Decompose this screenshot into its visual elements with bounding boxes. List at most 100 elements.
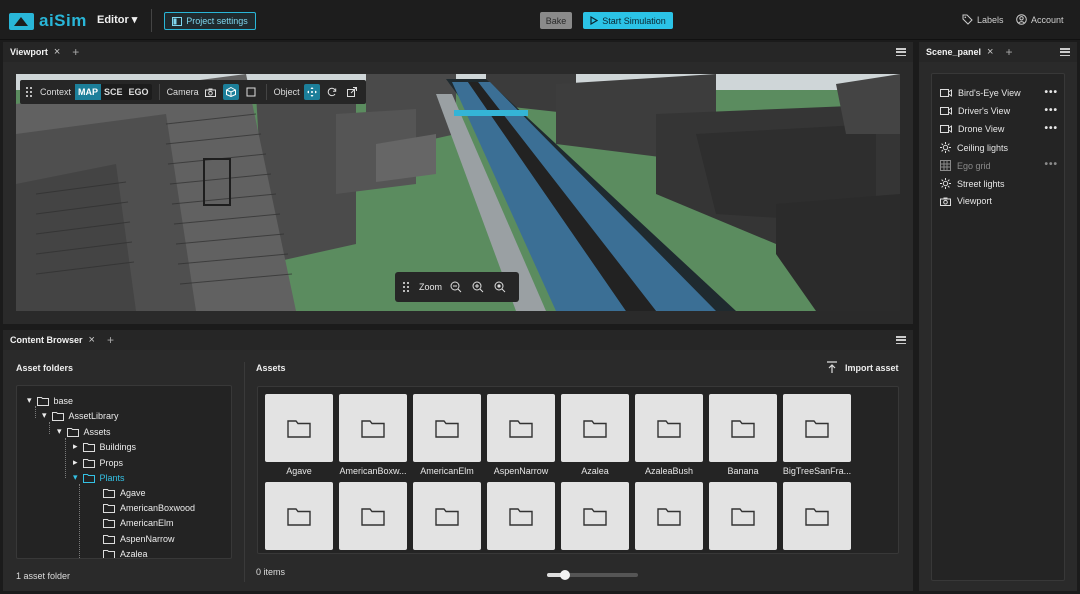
more-options-icon[interactable]: ••• — [1044, 123, 1058, 134]
menu-icon[interactable] — [896, 48, 906, 57]
folder-icon — [103, 549, 115, 558]
folder-icon — [435, 507, 459, 526]
caret-down-icon: ▾ — [57, 426, 62, 436]
folder-icon — [361, 419, 385, 438]
screenshot-camera-icon[interactable] — [203, 84, 219, 100]
tree-node-azalea[interactable]: Azalea — [103, 549, 148, 558]
asset-tile[interactable] — [339, 482, 407, 550]
project-settings-button[interactable]: Project settings — [164, 12, 256, 30]
folder-icon — [583, 419, 607, 438]
folder-icon — [805, 419, 829, 438]
tab-viewport[interactable]: Viewport — [10, 47, 48, 57]
scene-item-list: Bird's-Eye View ••• Driver's View ••• Dr… — [931, 73, 1065, 581]
tab-content-browser[interactable]: Content Browser — [10, 335, 83, 345]
tree-node-plants[interactable]: ▾ Plants — [73, 472, 125, 483]
tag-icon — [962, 14, 973, 25]
tree-guide — [79, 484, 80, 558]
tree-node-label: Buildings — [99, 441, 137, 452]
import-asset-label: Import asset — [845, 362, 899, 373]
scene-item-label: Street lights — [957, 178, 1005, 189]
scale-icon[interactable] — [344, 84, 360, 100]
asset-tile[interactable] — [783, 482, 851, 550]
folder-count: 1 asset folder — [16, 571, 71, 581]
asset-tile[interactable] — [339, 394, 407, 462]
asset-tile[interactable] — [709, 394, 777, 462]
folder-icon — [36, 396, 49, 406]
scene-item-drivers-view[interactable]: Driver's View ••• — [940, 105, 1058, 116]
context-mode-map[interactable]: MAP — [75, 84, 102, 100]
orthographic-square-icon[interactable] — [243, 84, 259, 100]
tree-node-americanelm[interactable]: AmericanElm — [103, 518, 174, 528]
more-options-icon[interactable]: ••• — [1044, 87, 1058, 98]
context-mode-ego[interactable]: EGO — [126, 84, 152, 100]
tree-node-props[interactable]: ▸ Props — [73, 457, 123, 468]
asset-tile[interactable] — [561, 482, 629, 550]
asset-tile[interactable] — [709, 482, 777, 550]
asset-tile[interactable] — [783, 394, 851, 462]
scene-item-ceiling-lights[interactable]: Ceiling lights — [940, 142, 1058, 153]
scene-item-viewport[interactable]: Viewport — [940, 196, 1058, 206]
close-icon[interactable]: × — [89, 335, 95, 346]
asset-tile[interactable] — [635, 394, 703, 462]
move-icon[interactable] — [303, 84, 320, 100]
add-tab-icon[interactable]: + — [72, 46, 79, 58]
sun-icon — [940, 178, 951, 189]
folder-icon — [435, 419, 459, 438]
tree-node-label: Agave — [120, 488, 146, 498]
scene-item-street-lights[interactable]: Street lights — [940, 178, 1058, 189]
import-asset-button[interactable]: Import asset — [826, 361, 899, 374]
folder-icon — [103, 518, 115, 528]
zoom-in-icon[interactable] — [470, 279, 486, 295]
tab-scene-panel[interactable]: Scene_panel — [926, 47, 981, 57]
scene-item-label: Ceiling lights — [957, 142, 1009, 153]
more-options-icon[interactable]: ••• — [1044, 105, 1058, 116]
tree-node-aspennarrow[interactable]: AspenNarrow — [103, 534, 175, 544]
more-options-icon[interactable]: ••• — [1044, 159, 1058, 170]
asset-tile[interactable] — [265, 482, 333, 550]
scene-panel-tabbar: Scene_panel × + — [919, 42, 1077, 62]
scene-item-ego-grid[interactable]: Ego grid ••• — [940, 159, 1058, 171]
perspective-cube-icon[interactable] — [222, 84, 239, 100]
asset-tile-label: Agave — [286, 466, 312, 476]
close-icon[interactable]: × — [54, 47, 60, 58]
drag-handle-icon[interactable] — [403, 282, 409, 292]
scene-item-drone-view[interactable]: Drone View ••• — [940, 123, 1058, 134]
caret-right-icon: ▸ — [73, 457, 78, 467]
tree-node-americanboxwood[interactable]: AmericanBoxwood — [103, 503, 195, 513]
zoom-out-icon[interactable] — [448, 279, 464, 295]
menu-icon[interactable] — [896, 336, 906, 345]
object-label: Object — [273, 87, 300, 97]
tree-node-assets[interactable]: ▾ Assets — [57, 426, 111, 437]
account-button[interactable]: Account — [1016, 14, 1064, 25]
scene-item-birds-eye-view[interactable]: Bird's-Eye View ••• — [940, 87, 1058, 98]
asset-tile[interactable] — [265, 394, 333, 462]
add-tab-icon[interactable]: + — [1005, 46, 1012, 58]
tree-node-base[interactable]: ▾ base — [27, 395, 73, 406]
scene-item-label: Ego grid — [957, 160, 991, 171]
tree-node-agave[interactable]: Agave — [103, 488, 146, 498]
menu-icon[interactable] — [1060, 48, 1070, 57]
asset-tile[interactable] — [635, 482, 703, 550]
thumbnail-size-slider-handle[interactable] — [560, 570, 570, 580]
asset-tile[interactable] — [487, 482, 555, 550]
drag-handle-icon[interactable] — [26, 87, 32, 97]
tree-node-assetlibrary[interactable]: ▾ AssetLibrary — [42, 410, 119, 421]
caret-down-icon: ▾ — [27, 395, 32, 405]
tree-node-buildings[interactable]: ▸ Buildings — [73, 441, 136, 452]
logo-text: aiSim — [39, 11, 87, 30]
add-tab-icon[interactable]: + — [107, 334, 114, 346]
video-camera-icon — [940, 107, 952, 115]
rotate-icon[interactable] — [324, 84, 340, 100]
asset-tile[interactable] — [413, 394, 481, 462]
bake-button[interactable]: Bake — [540, 12, 572, 29]
editor-menu[interactable]: Editor ▾ — [97, 13, 137, 27]
labels-button[interactable]: Labels — [962, 14, 1004, 25]
asset-tile[interactable] — [413, 482, 481, 550]
asset-tile[interactable] — [561, 394, 629, 462]
asset-tile[interactable] — [487, 394, 555, 462]
close-icon[interactable]: × — [987, 47, 993, 58]
caret-down-icon: ▾ — [42, 410, 47, 420]
zoom-fit-icon[interactable] — [492, 279, 508, 295]
context-mode-sce[interactable]: SCE — [101, 84, 126, 100]
start-simulation-button[interactable]: Start Simulation — [583, 12, 673, 29]
